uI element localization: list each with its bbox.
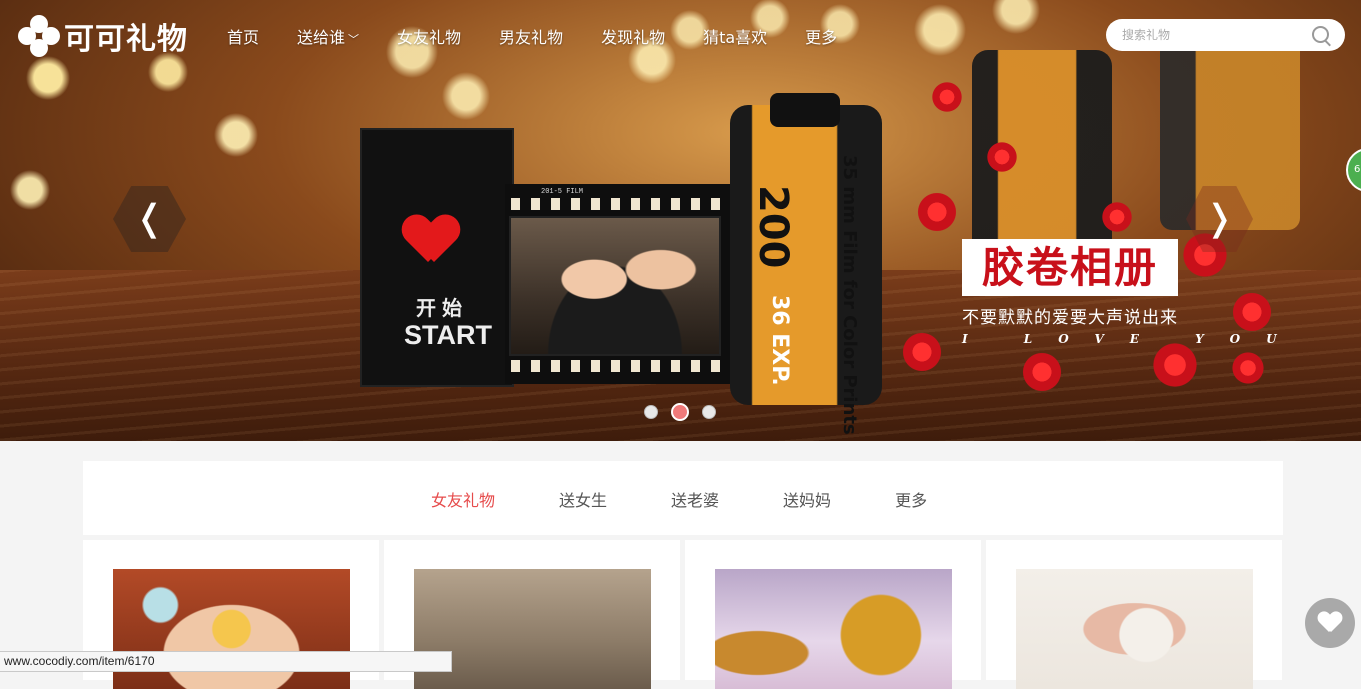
banner-dot-1[interactable] [644, 405, 658, 419]
film-holes-bottom [511, 360, 739, 372]
tab-for-girls[interactable]: 送女生 [559, 487, 607, 511]
category-tabs: 女友礼物 送女生 送老婆 送妈妈 更多 [83, 461, 1283, 535]
banner-subtitle: 不要默默的爱要大声说出来 [962, 308, 1178, 328]
side-badge[interactable]: 6 [1346, 148, 1361, 192]
nav-item-boyfriend-gifts[interactable]: 男友礼物 [499, 24, 563, 48]
film-strip: 201-5 FILM [505, 184, 745, 384]
canister-text: 35 mm Film for Color Prints [839, 155, 860, 435]
film-text-en: START [404, 320, 492, 350]
banner-tagline: I LOVE YOU [962, 332, 1303, 346]
nav-item-guess-likes[interactable]: 猜ta喜欢 [703, 24, 767, 48]
canister-cap [770, 93, 840, 127]
flower-icon [930, 80, 964, 114]
film-canister: 200 35 mm Film for Color Prints 36 EXP. [730, 93, 882, 435]
tab-girlfriend-gifts[interactable]: 女友礼物 [431, 487, 495, 511]
clover-logo-icon [18, 15, 60, 57]
couple-photo [509, 216, 721, 356]
flower-icon [1100, 200, 1134, 234]
hero-banner[interactable]: 开始 START 201-5 FILM 200 35 mm Film for C… [0, 0, 1361, 441]
favorite-button[interactable] [1305, 598, 1355, 648]
tab-more[interactable]: 更多 [895, 487, 927, 511]
brand-name: 可可礼物 [64, 22, 188, 57]
flower-icon [1150, 340, 1200, 390]
nav-item-more[interactable]: 更多 [805, 24, 837, 48]
flower-icon [915, 190, 959, 234]
search-box [1106, 19, 1345, 51]
search-input[interactable] [1120, 27, 1304, 43]
film-card: 开始 START [360, 128, 514, 387]
nav-item-label: 送给谁 [297, 28, 346, 47]
nav-item-discover-gifts[interactable]: 发现礼物 [601, 24, 665, 48]
product-card[interactable] [986, 540, 1282, 689]
banner-dot-2[interactable] [671, 403, 689, 421]
canister-exp: 36 EXP. [767, 295, 792, 386]
search-icon[interactable] [1312, 26, 1329, 43]
flower-icon [900, 330, 944, 374]
main-nav: 首页 送给谁 ﹀ 女友礼物 男友礼物 发现礼物 猜ta喜欢 更多 [227, 24, 875, 48]
banner-pagination [644, 403, 729, 421]
flower-icon [1020, 350, 1064, 394]
banner-title: 胶卷相册 [962, 239, 1178, 296]
product-card[interactable] [685, 540, 981, 689]
flower-icon [1230, 290, 1274, 334]
nav-item-send-to[interactable]: 送给谁 ﹀ [297, 24, 359, 48]
flower-icon [985, 140, 1019, 174]
tab-for-mom[interactable]: 送妈妈 [783, 487, 831, 511]
nav-item-girlfriend-gifts[interactable]: 女友礼物 [397, 24, 461, 48]
banner-prev-button[interactable]: ❬ [113, 186, 186, 252]
logo[interactable]: 可可礼物 [18, 14, 188, 58]
tab-for-wife[interactable]: 送老婆 [671, 487, 719, 511]
status-bar-url: www.cocodiy.com/item/6170 [0, 651, 452, 672]
flower-icon [1230, 350, 1266, 386]
product-image[interactable] [715, 569, 952, 689]
film-holes-top [511, 198, 739, 210]
film-text-cn: 开始 [416, 296, 468, 320]
chevron-down-icon: ﹀ [348, 33, 360, 46]
heart-icon [404, 216, 458, 270]
heart-icon [1318, 612, 1342, 634]
film-strip-label: 201-5 FILM [541, 188, 584, 196]
nav-item-home[interactable]: 首页 [227, 24, 259, 48]
product-image[interactable] [1016, 569, 1253, 689]
canister-speed: 200 [750, 185, 796, 269]
banner-dot-3[interactable] [702, 405, 716, 419]
